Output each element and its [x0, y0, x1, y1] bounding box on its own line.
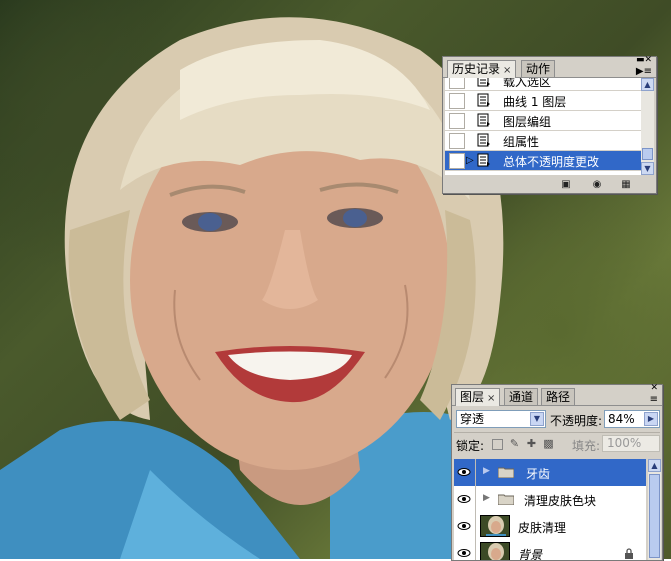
scroll-up-icon[interactable]: ▲	[648, 459, 661, 472]
history-state-icon	[477, 78, 490, 87]
history-scrollbar[interactable]: ▲ ▼	[641, 78, 654, 175]
history-panel: 历史记录 × 动作 ▬✕ ▶≡ 载入选区 曲线 1 图层 图层编组 组属性 ▷ …	[442, 55, 657, 194]
layer-name: 牙齿	[526, 467, 551, 481]
chevron-down-icon[interactable]: ▼	[530, 412, 544, 426]
lock-all-icon[interactable]: ▩	[543, 438, 554, 449]
history-item-label: 总体不透明度更改	[503, 155, 600, 169]
close-icon[interactable]: ×	[503, 65, 511, 76]
scroll-thumb[interactable]	[642, 148, 653, 160]
layer-row-background[interactable]: 背景	[454, 540, 646, 560]
lock-label: 锁定:	[456, 439, 485, 453]
history-footer: ▣ ◉ ▦	[443, 176, 656, 193]
panel-menu-icon[interactable]: ▶≡	[636, 66, 652, 77]
blend-mode-select[interactable]: 穿透 ▼	[456, 410, 546, 428]
history-item[interactable]: 曲线 1 图层	[445, 91, 641, 111]
history-item-label: 曲线 1 图层	[503, 95, 567, 109]
tab-layers[interactable]: 图层 ×	[455, 388, 501, 406]
tab-channels-label: 通道	[509, 390, 534, 404]
folder-icon	[498, 494, 514, 505]
eye-visibility-icon[interactable]	[456, 546, 472, 560]
panel-close-icon[interactable]: ▬✕	[636, 55, 652, 65]
opacity-input[interactable]: 84% ▶	[604, 410, 660, 428]
panel-close-icon[interactable]: ✕	[650, 383, 658, 393]
layer-row-group[interactable]: ▶ 清理皮肤色块	[454, 486, 646, 514]
history-item-label: 图层编组	[503, 115, 552, 129]
lock-position-icon[interactable]: ✚	[526, 438, 537, 449]
history-list: 载入选区 曲线 1 图层 图层编组 组属性 ▷ 总体不透明度更改	[445, 78, 641, 175]
snapshot-source-checkbox[interactable]	[449, 153, 465, 169]
expand-group-icon[interactable]: ▶	[483, 466, 490, 476]
expand-group-icon[interactable]: ▶	[483, 493, 490, 503]
scroll-up-icon[interactable]: ▲	[641, 78, 654, 91]
trash-icon[interactable]: ▦	[620, 179, 632, 190]
lock-row: 锁定: ✎ ✚ ▩ 填充: 100%	[454, 432, 660, 455]
eye-visibility-icon[interactable]	[456, 519, 472, 533]
snapshot-source-checkbox[interactable]	[449, 113, 465, 129]
layer-name: 清理皮肤色块	[524, 494, 597, 508]
tab-layers-label: 图层	[460, 390, 485, 404]
fill-value: 100%	[607, 436, 642, 450]
divider	[475, 513, 476, 540]
tab-paths[interactable]: 路径	[541, 388, 576, 405]
fill-input[interactable]: 100%	[602, 435, 660, 452]
camera-snapshot-icon[interactable]: ◉	[591, 179, 603, 190]
divider	[475, 486, 476, 513]
history-item[interactable]: 图层编组	[445, 111, 641, 131]
divider	[475, 540, 476, 560]
tab-actions[interactable]: 动作	[521, 60, 556, 77]
layer-row-group-selected[interactable]: ▶ 牙齿	[454, 459, 646, 487]
snapshot-source-checkbox[interactable]	[449, 78, 465, 89]
history-item-selected[interactable]: ▷ 总体不透明度更改	[445, 151, 641, 171]
new-document-from-state-icon[interactable]: ▣	[560, 179, 572, 190]
layers-list: ▶ 牙齿 ▶ 清理皮肤色块 皮肤清理 背景	[454, 459, 646, 560]
tab-history[interactable]: 历史记录 ×	[447, 60, 517, 78]
current-state-marker-icon: ▷	[466, 155, 474, 166]
tab-paths-label: 路径	[546, 390, 571, 404]
history-item-label: 载入选区	[503, 78, 552, 89]
history-item[interactable]: 载入选区	[445, 78, 641, 91]
history-panel-tabs: 历史记录 × 动作 ▬✕ ▶≡	[443, 55, 656, 78]
layers-panel-tabs: 图层 × 通道 路径 ✕ ≡	[452, 383, 662, 406]
history-state-icon	[477, 93, 490, 107]
layer-row[interactable]: 皮肤清理	[454, 513, 646, 541]
folder-icon	[498, 467, 514, 478]
layer-name: 皮肤清理	[518, 521, 567, 535]
close-icon[interactable]: ×	[487, 393, 495, 404]
history-state-icon	[477, 153, 490, 167]
opacity-value: 84%	[608, 412, 635, 426]
eye-visibility-icon[interactable]	[456, 492, 472, 506]
tab-channels[interactable]: 通道	[504, 388, 539, 405]
history-item[interactable]: 组属性	[445, 131, 641, 151]
history-state-icon	[477, 133, 490, 147]
scroll-thumb[interactable]	[649, 474, 660, 558]
panel-menu-icon[interactable]: ≡	[650, 394, 658, 405]
layer-thumbnail	[480, 515, 510, 537]
snapshot-source-checkbox[interactable]	[449, 133, 465, 149]
tab-actions-label: 动作	[526, 62, 551, 76]
snapshot-source-checkbox[interactable]	[449, 93, 465, 109]
opacity-label: 不透明度:	[550, 414, 603, 428]
history-state-icon	[477, 113, 490, 127]
blend-mode-value: 穿透	[460, 412, 485, 426]
opacity-slider-arrow-icon[interactable]: ▶	[644, 412, 658, 426]
layer-thumbnail	[480, 542, 510, 560]
lock-transparent-pixels-icon[interactable]	[492, 439, 503, 450]
tab-history-label: 历史记录	[452, 62, 501, 76]
lock-image-pixels-icon[interactable]: ✎	[509, 438, 520, 449]
scroll-down-icon[interactable]: ▼	[641, 162, 654, 175]
eye-visibility-icon[interactable]	[456, 465, 472, 479]
layer-name: 背景	[518, 548, 543, 560]
history-item-label: 组属性	[503, 135, 540, 149]
blend-opacity-row: 穿透 ▼ 不透明度: 84% ▶	[454, 407, 660, 431]
layers-scrollbar[interactable]: ▲	[648, 459, 661, 560]
lock-icon	[625, 548, 633, 559]
divider	[475, 459, 476, 486]
layers-panel: 图层 × 通道 路径 ✕ ≡ 穿透 ▼ 不透明度: 84% ▶ 锁定: ✎ ✚ ▩…	[451, 383, 663, 561]
fill-label: 填充:	[572, 439, 601, 453]
